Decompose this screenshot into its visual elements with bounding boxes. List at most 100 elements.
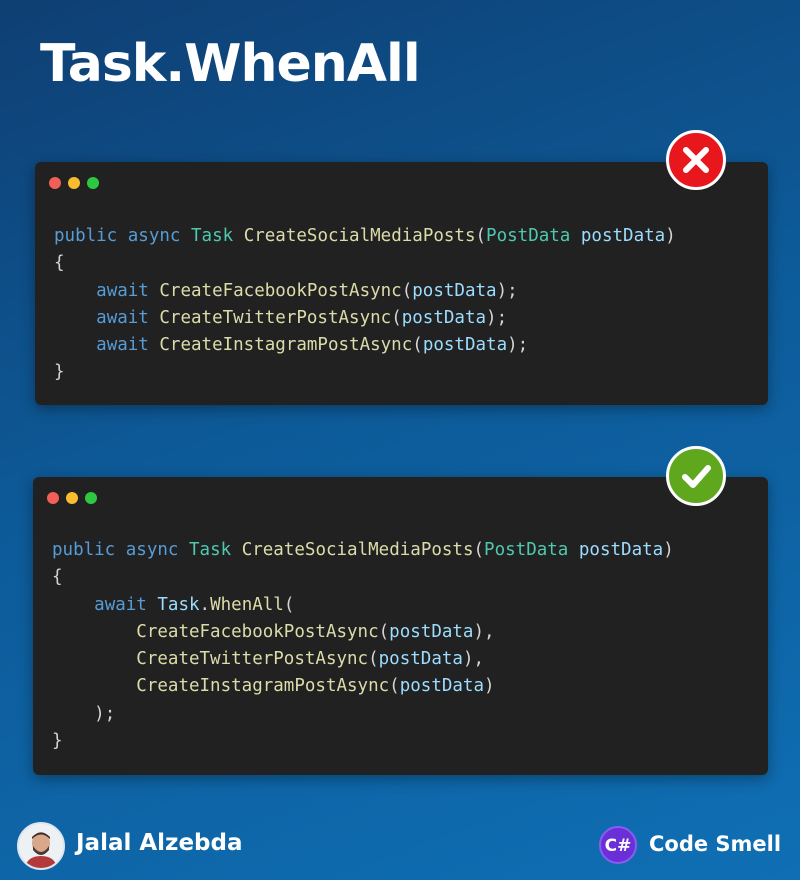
code-token: public bbox=[54, 226, 118, 246]
code-token: Task bbox=[157, 594, 200, 615]
code-token: postData bbox=[399, 676, 485, 697]
code-line: ); bbox=[52, 701, 674, 728]
code-token: WhenAll bbox=[210, 594, 284, 615]
bad-example-code-window: public async Task CreateSocialMediaPosts… bbox=[35, 162, 768, 405]
code-token: PostData bbox=[486, 226, 571, 246]
code-token: CreateFacebookPostAsync bbox=[136, 621, 379, 642]
x-icon bbox=[666, 130, 726, 190]
code-token: } bbox=[54, 362, 65, 383]
code-token: ); bbox=[507, 335, 529, 356]
code-token: ); bbox=[496, 280, 518, 301]
code-token: CreateInstagramPostAsync bbox=[159, 335, 413, 356]
code-token: ( bbox=[378, 621, 390, 642]
code-line: await CreateInstagramPostAsync(postData)… bbox=[54, 332, 676, 359]
brand-name: Code Smell bbox=[649, 832, 782, 856]
code-token: postData bbox=[578, 540, 664, 560]
code-token: CreateFacebookPostAsync bbox=[159, 280, 402, 301]
code-token: postData bbox=[422, 335, 508, 356]
code-line: { bbox=[52, 564, 674, 591]
csharp-logo-icon: C# bbox=[599, 826, 637, 864]
code-token: public bbox=[52, 540, 116, 560]
window-controls bbox=[47, 492, 97, 504]
code-line: public async Task CreateSocialMediaPosts… bbox=[52, 537, 674, 564]
code-token: Task bbox=[189, 540, 232, 560]
code-token: { bbox=[54, 253, 65, 274]
code-line: CreateFacebookPostAsync(postData), bbox=[52, 619, 674, 646]
author-avatar bbox=[17, 822, 65, 870]
code-line: await Task.WhenAll( bbox=[52, 592, 674, 619]
code-token: ( bbox=[412, 335, 423, 356]
code-token: ); bbox=[486, 307, 508, 328]
good-example-code-window: public async Task CreateSocialMediaPosts… bbox=[33, 477, 768, 775]
code-line: CreateTwitterPostAsync(postData), bbox=[52, 646, 674, 673]
code-token: async bbox=[125, 540, 179, 560]
code-token: postData bbox=[389, 621, 474, 642]
code-token: ), bbox=[462, 649, 485, 670]
code-token: postData bbox=[580, 226, 666, 246]
code-token: CreateSocialMediaPosts bbox=[241, 540, 474, 560]
code-token: ( bbox=[401, 280, 413, 301]
code-token: Task bbox=[191, 226, 234, 246]
minimize-dot-icon bbox=[66, 492, 78, 504]
code-token: CreateSocialMediaPosts bbox=[243, 226, 476, 246]
code-token: { bbox=[52, 567, 63, 588]
code-token: ( bbox=[475, 226, 487, 246]
code-line: await CreateFacebookPostAsync(postData); bbox=[54, 278, 676, 305]
code-token: postData bbox=[401, 307, 487, 328]
code-token: } bbox=[52, 731, 63, 752]
code-token: ( bbox=[473, 540, 485, 560]
close-dot-icon bbox=[47, 492, 59, 504]
window-controls bbox=[49, 177, 99, 189]
code-token: await bbox=[96, 307, 149, 328]
code-line: } bbox=[54, 359, 676, 386]
code-token: ) bbox=[663, 540, 674, 560]
author-name: Jalal Alzebda bbox=[76, 830, 243, 856]
code-token: ( bbox=[389, 676, 400, 697]
code-token: ( bbox=[283, 594, 295, 615]
code-token: await bbox=[94, 594, 147, 615]
code-token: ), bbox=[473, 621, 495, 642]
code-line: CreateInstagramPostAsync(postData) bbox=[52, 673, 674, 700]
close-dot-icon bbox=[49, 177, 61, 189]
good-example-code: public async Task CreateSocialMediaPosts… bbox=[52, 537, 674, 755]
svg-text:C#: C# bbox=[605, 836, 632, 856]
code-token: ) bbox=[665, 226, 676, 246]
code-token: await bbox=[96, 280, 149, 301]
code-line: } bbox=[52, 728, 674, 755]
bad-example-code: public async Task CreateSocialMediaPosts… bbox=[54, 223, 676, 387]
minimize-dot-icon bbox=[68, 177, 80, 189]
code-token: CreateInstagramPostAsync bbox=[136, 676, 390, 697]
code-token: ( bbox=[391, 307, 402, 328]
code-line: public async Task CreateSocialMediaPosts… bbox=[54, 223, 676, 250]
code-token: postData bbox=[378, 649, 463, 670]
code-token: CreateTwitterPostAsync bbox=[159, 307, 392, 328]
code-token: await bbox=[96, 335, 149, 356]
code-token: async bbox=[127, 226, 181, 246]
code-token: . bbox=[199, 594, 211, 615]
checkmark-icon bbox=[666, 446, 726, 506]
code-token: PostData bbox=[484, 540, 569, 560]
page-title: Task.WhenAll bbox=[40, 34, 421, 94]
maximize-dot-icon bbox=[87, 177, 99, 189]
code-token: ); bbox=[94, 703, 116, 724]
code-token: ( bbox=[368, 649, 379, 670]
code-line: await CreateTwitterPostAsync(postData); bbox=[54, 305, 676, 332]
